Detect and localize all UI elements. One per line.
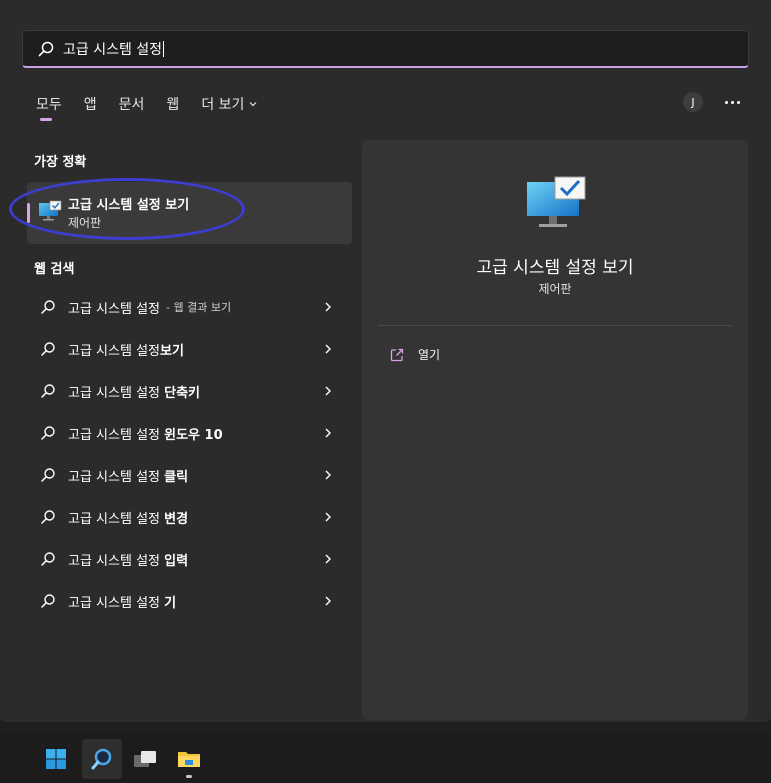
web-search-item[interactable]: 고급 시스템 설정 - 웹 결과 보기 — [27, 286, 352, 328]
web-search-item-label: 고급 시스템 설정 단축키 — [68, 382, 200, 401]
account-avatar[interactable]: J — [683, 92, 703, 112]
system-settings-large-icon — [527, 176, 586, 227]
ellipsis-dot — [736, 100, 740, 104]
web-search-item-suggestion: 기 — [164, 595, 177, 611]
web-search-item-label: 고급 시스템 설정 변경 — [68, 508, 188, 527]
tab-web-label: 웹 — [166, 97, 180, 113]
tab-apps[interactable]: 앱 — [84, 94, 97, 114]
more-options-button[interactable] — [722, 92, 742, 112]
web-search-item-query: 고급 시스템 설정 — [68, 385, 165, 401]
search-icon — [41, 300, 55, 314]
start-search-panel: 고급 시스템 설정 모두 앱 문서 웹 더 보기 J 가장 정확 고급 시스템 … — [0, 0, 771, 722]
taskbar-search-button[interactable] — [82, 739, 122, 779]
open-external-icon — [390, 348, 404, 361]
highlight-circle-annotation — [9, 178, 245, 240]
web-search-item[interactable]: 고급 시스템 설정 기 — [27, 580, 352, 622]
web-search-item[interactable]: 고급 시스템 설정 윈도우 10 — [27, 412, 352, 454]
tab-all-label: 모두 — [36, 97, 62, 113]
tab-all[interactable]: 모두 — [36, 94, 62, 121]
search-icon — [41, 384, 55, 398]
search-icon — [41, 468, 55, 482]
running-indicator — [186, 775, 192, 778]
chevron-right-icon — [325, 386, 331, 396]
web-search-item-label: 고급 시스템 설정 클릭 — [68, 466, 188, 485]
task-view-icon — [134, 751, 156, 767]
web-search-item-query: 고급 시스템 설정 — [68, 553, 165, 569]
file-explorer-button[interactable] — [169, 739, 209, 779]
web-search-item[interactable]: 고급 시스템 설정 입력 — [27, 538, 352, 580]
search-query-text: 고급 시스템 설정 — [63, 41, 163, 58]
tab-more-label: 더 보기 — [201, 97, 245, 113]
web-search-item-query: 고급 시스템 설정 — [68, 301, 160, 317]
tab-web[interactable]: 웹 — [166, 94, 179, 114]
search-icon — [41, 594, 55, 608]
filter-tabs: 모두 앱 문서 웹 더 보기 — [36, 94, 280, 121]
web-search-item-query: 고급 시스템 설정 — [68, 511, 165, 527]
web-search-item-label: 고급 시스템 설정 입력 — [68, 550, 188, 569]
web-search-item-suggestion: 보기 — [160, 343, 184, 359]
web-search-item-query: 고급 시스템 설정 — [68, 469, 165, 485]
ellipsis-icon — [724, 100, 728, 104]
avatar-initial: J — [691, 95, 695, 109]
taskbar — [0, 733, 771, 783]
preview-pane: 고급 시스템 설정 보기 제어판 열기 — [362, 140, 748, 720]
search-input[interactable]: 고급 시스템 설정 — [22, 30, 749, 68]
tab-documents[interactable]: 문서 — [119, 94, 145, 114]
web-search-list: 고급 시스템 설정 - 웹 결과 보기 고급 시스템 설정보기 고급 시스템 설정 단… — [27, 286, 352, 622]
best-match-heading: 가장 정확 — [34, 155, 87, 170]
ellipsis-dot — [730, 100, 734, 104]
search-icon — [41, 552, 55, 566]
chevron-right-icon — [325, 512, 331, 522]
web-search-item-suggestion: 단축키 — [164, 385, 201, 401]
web-search-heading: 웹 검색 — [34, 262, 75, 277]
text-caret — [163, 40, 165, 57]
chevron-right-icon — [325, 302, 331, 312]
preview-subtitle: 제어판 — [538, 282, 572, 296]
task-view-button[interactable] — [125, 739, 165, 779]
chevron-right-icon — [325, 554, 331, 564]
search-icon — [41, 342, 55, 356]
tab-apps-label: 앱 — [83, 97, 97, 113]
web-search-item[interactable]: 고급 시스템 설정 단축키 — [27, 370, 352, 412]
web-search-item-query: 고급 시스템 설정 — [68, 343, 160, 359]
preview-title: 고급 시스템 설정 보기 — [476, 258, 634, 278]
chevron-right-icon — [325, 470, 331, 480]
windows-logo-icon — [46, 749, 66, 769]
search-icon — [41, 510, 55, 524]
chevron-down-icon — [249, 102, 257, 107]
search-icon — [41, 426, 55, 440]
search-icon — [91, 748, 112, 770]
web-search-item-label: 고급 시스템 설정 윈도우 10 — [68, 424, 223, 443]
chevron-right-icon — [325, 596, 331, 606]
web-search-item-query: 고급 시스템 설정 — [68, 427, 165, 443]
web-search-item[interactable]: 고급 시스템 설정 클릭 — [27, 454, 352, 496]
tab-more[interactable]: 더 보기 — [201, 94, 258, 114]
start-button[interactable] — [36, 739, 76, 779]
open-action-label: 열기 — [418, 348, 441, 362]
web-search-item-suggestion: 변경 — [164, 511, 189, 527]
chevron-right-icon — [325, 428, 331, 438]
web-search-item[interactable]: 고급 시스템 설정보기 — [27, 328, 352, 370]
web-search-item-label: 고급 시스템 설정보기 — [68, 340, 184, 359]
chevron-right-icon — [325, 344, 331, 354]
web-search-item-suggestion: 윈도우 10 — [164, 427, 223, 443]
open-action[interactable]: 열기 — [390, 346, 440, 363]
web-search-item-query: 고급 시스템 설정 — [68, 595, 165, 611]
folder-icon — [178, 752, 200, 767]
web-search-item-suggestion: 입력 — [164, 553, 189, 569]
web-search-item[interactable]: 고급 시스템 설정 변경 — [27, 496, 352, 538]
tab-documents-label: 문서 — [118, 97, 145, 113]
web-search-item-label: 고급 시스템 설정 기 — [68, 592, 176, 611]
divider — [378, 325, 732, 326]
web-search-item-label: 고급 시스템 설정 — [68, 298, 160, 317]
web-search-item-suffix: - 웹 결과 보기 — [166, 301, 232, 314]
search-icon — [38, 41, 54, 56]
web-search-item-suggestion: 클릭 — [164, 469, 189, 485]
